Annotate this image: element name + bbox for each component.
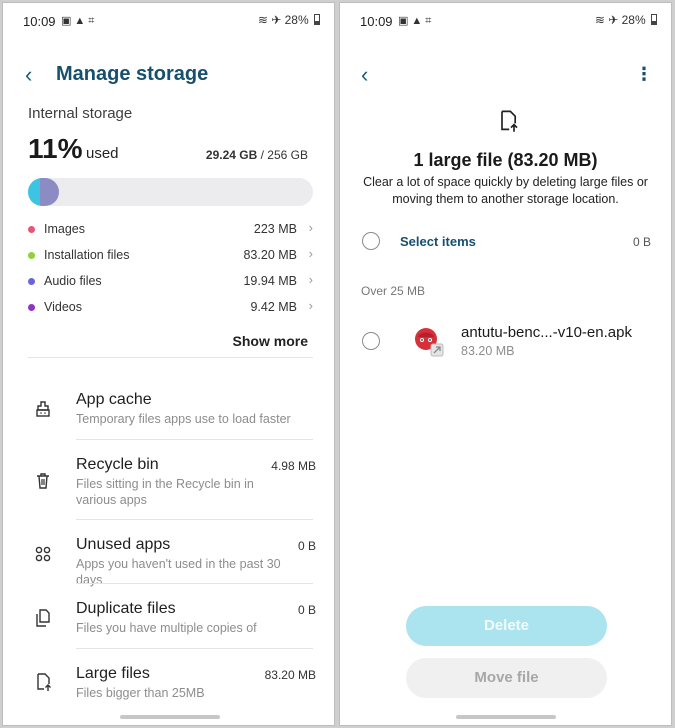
delete-button[interactable]: Delete [406,606,607,646]
item-title: Duplicate files [76,600,176,617]
broom-icon [33,399,53,419]
large-file-icon [496,109,520,139]
large-file-icon [33,672,53,692]
gesture-bar[interactable] [456,715,556,719]
chevron-right-icon: › [308,246,313,261]
used-label: used [86,145,119,162]
duplicate-files-item[interactable]: Duplicate files Files you have multiple … [3,591,334,647]
capacity-used: 29.24 GB [205,148,258,162]
category-name: Videos [44,300,82,314]
storage-usage-bar [28,178,313,206]
file-select-radio[interactable] [362,332,380,350]
category-row-images[interactable]: Images 223 MB › [28,220,313,239]
file-name: antutu-benc...-v10-en.apk [461,324,632,341]
category-dot [28,304,35,311]
section-header: Over 25 MB [361,284,426,298]
category-dot [28,226,35,233]
item-subtitle: Files you have multiple copies of [76,621,257,635]
selected-size: 0 B [632,235,651,249]
move-file-button[interactable]: Move file [406,658,607,698]
back-arrow-icon[interactable]: ‹ [361,64,368,86]
item-subtitle: Temporary files apps use to load faster [76,412,291,426]
item-title: Recycle bin [76,456,159,473]
item-title: Unused apps [76,536,171,553]
wifi-icon: ≋ [257,13,268,27]
item-size: 0 B [297,603,316,617]
divider [28,357,313,358]
category-row-installation-files[interactable]: Installation files 83.20 MB › [28,246,313,265]
category-size: 223 MB [253,222,297,236]
category-size: 83.20 MB [243,248,297,262]
status-bar: 10:09 ▣▲⌗ ≋ ✈ 28% [340,3,671,39]
category-size: 19.94 MB [243,274,297,288]
chevron-right-icon: › [308,272,313,287]
internal-storage-label: Internal storage [28,105,133,122]
status-time: 10:09 [23,14,56,29]
category-name: Audio files [44,274,102,288]
back-arrow-icon[interactable]: ‹ [25,64,32,86]
item-size: 0 B [297,539,316,553]
divider [76,583,313,584]
usage-segment-apps [40,178,59,206]
airplane-icon: ✈ [608,13,619,27]
airplane-icon: ✈ [271,13,282,27]
item-subtitle: Files bigger than 25MB [76,686,205,700]
notification-icons: ▣▲⌗ [61,15,98,27]
select-all-radio[interactable] [362,232,380,250]
category-dot [28,252,35,259]
app-cache-item[interactable]: App cache Temporary files apps use to lo… [3,383,334,439]
capacity-total: / 256 GB [257,148,308,162]
chevron-right-icon: › [308,220,313,235]
trash-icon [33,471,53,491]
battery-icon [651,14,657,25]
item-title: Large files [76,665,150,682]
item-size: 83.20 MB [264,668,316,682]
status-time: 10:09 [360,14,393,29]
category-size: 9.42 MB [250,300,297,314]
manage-storage-screen: 10:09 ▣▲⌗ ≋ ✈ 28% ‹ Manage storage Inter… [2,2,335,726]
item-title: App cache [76,391,152,408]
select-items-label[interactable]: Select items [400,234,476,249]
apk-file-icon [412,325,444,357]
category-dot [28,278,35,285]
page-title: Manage storage [56,63,209,85]
used-percent: 11% [28,133,83,164]
battery-icon [314,14,320,25]
file-size: 83.20 MB [461,344,515,358]
large-files-title: 1 large file (83.20 MB) [413,150,598,170]
large-files-description: Clear a lot of space quickly by deleting… [363,175,648,206]
capacity-text: 29.24 GB / 256 GB [206,148,308,162]
notification-icons: ▣▲⌗ [398,15,435,27]
battery-percent: 28% [284,13,309,27]
wifi-icon: ≋ [594,13,605,27]
large-files-screen: 10:09 ▣▲⌗ ≋ ✈ 28% ‹ ⋮ 1 large file (83.2… [339,2,672,726]
status-right: ≋ ✈ 28% [595,13,657,27]
divider [76,519,313,520]
category-name: Installation files [44,248,130,262]
chevron-right-icon: › [308,298,313,313]
category-name: Images [44,222,85,236]
divider [76,648,313,649]
duplicate-files-icon [33,608,53,628]
apps-grid-icon [33,544,53,564]
status-bar: 10:09 ▣▲⌗ ≋ ✈ 28% [3,3,334,39]
status-right: ≋ ✈ 28% [258,13,320,27]
battery-percent: 28% [621,13,646,27]
gesture-bar[interactable] [120,715,220,719]
item-size: 4.98 MB [271,459,316,473]
more-options-icon[interactable]: ⋮ [635,65,653,83]
divider [76,439,313,440]
category-row-videos[interactable]: Videos 9.42 MB › [28,298,313,317]
item-subtitle: Files sitting in the Recycle bin in vari… [76,477,254,507]
large-files-item[interactable]: Large files Files bigger than 25MB 83.20… [3,655,334,711]
show-more-button[interactable]: Show more [233,333,308,349]
unused-apps-item[interactable]: Unused apps Apps you haven't used in the… [3,527,334,587]
recycle-bin-item[interactable]: Recycle bin Files sitting in the Recycle… [3,447,334,519]
category-row-audio-files[interactable]: Audio files 19.94 MB › [28,272,313,291]
